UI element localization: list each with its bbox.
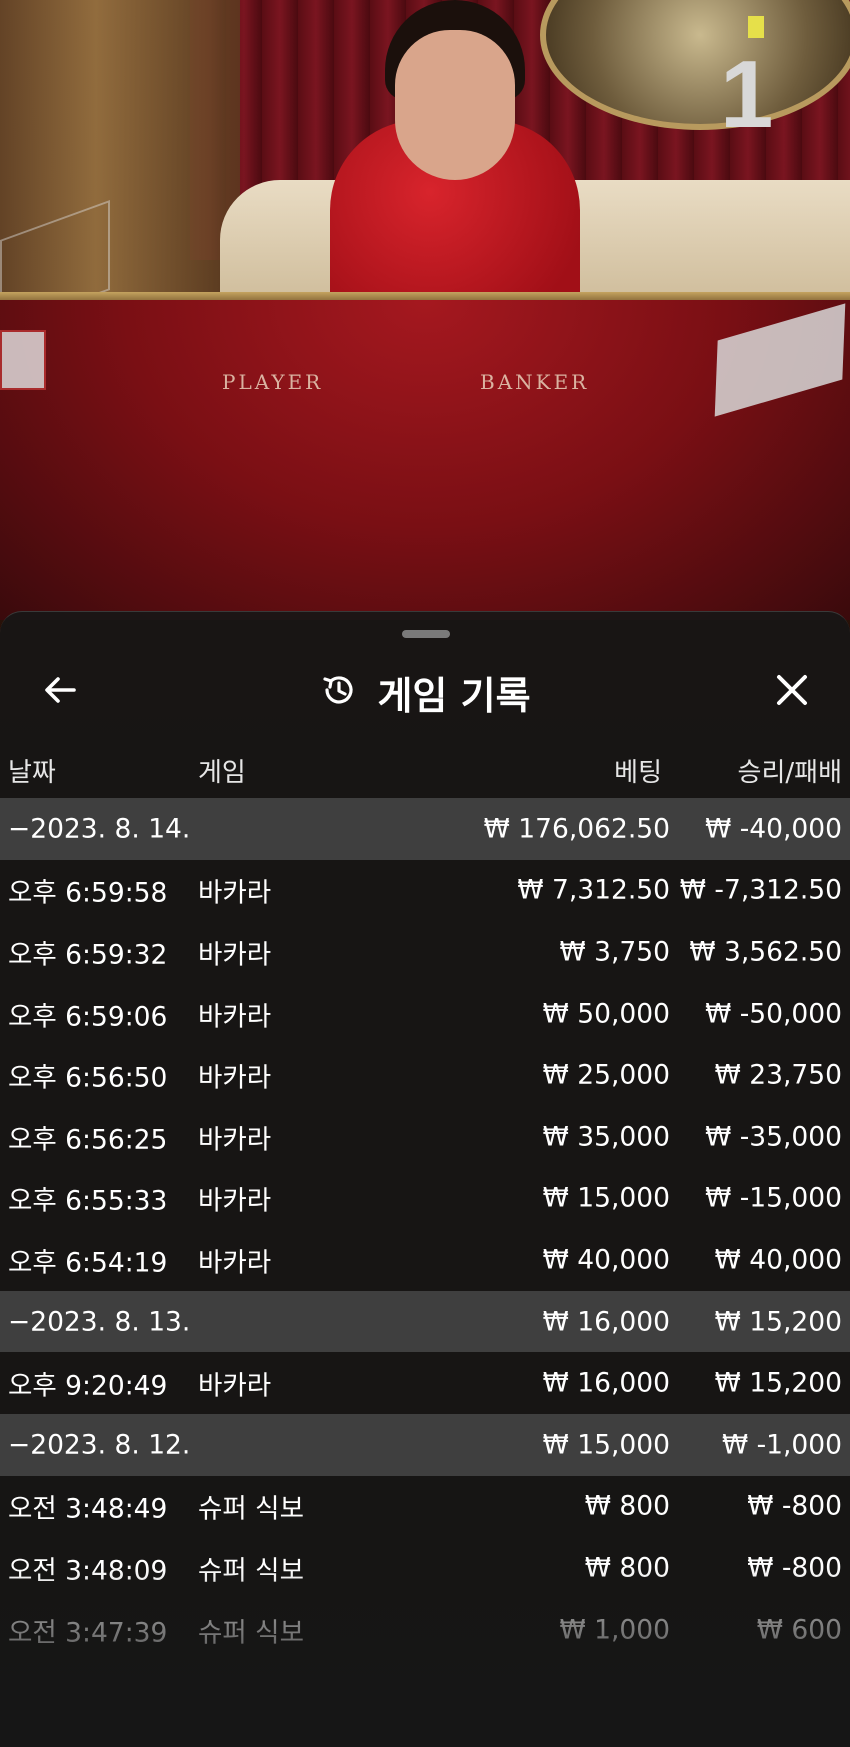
- column-header-bet[interactable]: 베팅: [614, 752, 662, 792]
- row-bet: ₩ 15,000: [542, 1182, 670, 1214]
- history-row[interactable]: 오후 6:56:50 바카라 ₩ 25,000 ₩ 23,750: [0, 1044, 850, 1106]
- group-date: −2023. 8. 12.: [8, 1429, 191, 1461]
- row-bet: ₩ 16,000: [542, 1367, 670, 1399]
- row-bet: ₩ 40,000: [542, 1244, 670, 1276]
- group-bet-total: ₩ 176,062.50: [483, 813, 670, 845]
- history-row[interactable]: 오전 3:48:49 슈퍼 식보 ₩ 800 ₩ -800: [0, 1476, 850, 1538]
- group-bet-total: ₩ 16,000: [542, 1306, 670, 1338]
- history-row[interactable]: 오후 6:59:06 바카라 ₩ 50,000 ₩ -50,000: [0, 983, 850, 1045]
- back-button[interactable]: [32, 664, 88, 720]
- dealer-head: [395, 30, 515, 180]
- row-time: 오후 6:59:06: [8, 1001, 168, 1033]
- row-time: 오전 3:47:39: [8, 1617, 168, 1649]
- row-bet: ₩ 3,750: [559, 936, 671, 968]
- column-header-win-loss[interactable]: 승리/패배: [738, 752, 842, 792]
- date-group-row[interactable]: −2023. 8. 13. ₩ 16,000 ₩ 15,200: [0, 1290, 850, 1353]
- history-row[interactable]: 오전 3:47:39 슈퍼 식보 ₩ 1,000 ₩ 600: [0, 1599, 850, 1661]
- title-group: 게임 기록: [0, 652, 850, 732]
- history-row[interactable]: 오후 6:59:32 바카라 ₩ 3,750 ₩ 3,562.50: [0, 921, 850, 983]
- table-label-player: PLAYER: [222, 370, 324, 394]
- row-bet: ₩ 50,000: [542, 998, 670, 1030]
- row-game: 바카라: [198, 1001, 272, 1033]
- row-bet: ₩ 800: [584, 1490, 670, 1522]
- row-win-loss: ₩ -800: [747, 1552, 842, 1584]
- drag-handle[interactable]: [402, 630, 450, 638]
- history-list: −2023. 8. 14. ₩ 176,062.50 ₩ -40,000 오후 …: [0, 798, 850, 1660]
- close-button[interactable]: [764, 664, 820, 720]
- row-game: 바카라: [198, 1185, 272, 1217]
- history-row[interactable]: 오후 6:56:25 바카라 ₩ 35,000 ₩ -35,000: [0, 1106, 850, 1168]
- row-win-loss: ₩ -35,000: [705, 1121, 842, 1153]
- group-bet-total: ₩ 15,000: [542, 1429, 670, 1461]
- date-group-row[interactable]: −2023. 8. 12. ₩ 15,000 ₩ -1,000: [0, 1413, 850, 1476]
- group-win-loss-total: ₩ -1,000: [721, 1429, 842, 1461]
- row-game: 슈퍼 식보: [198, 1617, 304, 1649]
- group-win-loss-total: ₩ -40,000: [705, 813, 842, 845]
- table-label-banker: BANKER: [480, 370, 590, 394]
- row-time: 오후 9:20:49: [8, 1370, 168, 1402]
- row-bet: ₩ 25,000: [542, 1059, 670, 1091]
- row-time: 오전 3:48:09: [8, 1555, 168, 1587]
- panel-header: 게임 기록: [0, 652, 850, 732]
- history-row[interactable]: 오후 9:20:49 바카라 ₩ 16,000 ₩ 15,200: [0, 1352, 850, 1414]
- row-win-loss: ₩ -7,312.50: [679, 874, 842, 906]
- history-row[interactable]: 오후 6:54:19 바카라 ₩ 40,000 ₩ 40,000: [0, 1229, 850, 1291]
- arrow-left-icon: [40, 670, 80, 714]
- row-game: 바카라: [198, 1370, 272, 1402]
- row-game: 바카라: [198, 1062, 272, 1094]
- row-time: 오후 6:59:32: [8, 939, 168, 971]
- row-game: 바카라: [198, 877, 272, 909]
- column-header-date[interactable]: 날짜: [8, 752, 56, 792]
- row-time: 오후 6:56:50: [8, 1062, 168, 1094]
- row-win-loss: ₩ 23,750: [714, 1059, 842, 1091]
- column-header-game[interactable]: 게임: [198, 752, 246, 792]
- history-row[interactable]: 오후 6:55:33 바카라 ₩ 15,000 ₩ -15,000: [0, 1168, 850, 1230]
- row-win-loss: ₩ -15,000: [705, 1182, 842, 1214]
- close-icon: [772, 670, 812, 714]
- row-win-loss: ₩ 15,200: [714, 1367, 842, 1399]
- row-game: 슈퍼 식보: [198, 1555, 304, 1587]
- row-time: 오후 6:54:19: [8, 1247, 168, 1279]
- card-stack: [0, 330, 46, 390]
- row-time: 오후 6:55:33: [8, 1185, 168, 1217]
- row-game: 바카라: [198, 1124, 272, 1156]
- game-history-panel: 게임 기록 날짜 게임 베팅 승리/패배 −2023. 8. 14. ₩ 176…: [0, 611, 850, 1747]
- panel-title: 게임 기록: [377, 673, 531, 718]
- row-win-loss: ₩ 3,562.50: [689, 936, 842, 968]
- history-row[interactable]: 오후 6:59:58 바카라 ₩ 7,312.50 ₩ -7,312.50: [0, 860, 850, 922]
- row-game: 바카라: [198, 1247, 272, 1279]
- history-icon: [319, 670, 359, 714]
- row-time: 오후 6:59:58: [8, 877, 168, 909]
- group-win-loss-total: ₩ 15,200: [714, 1306, 842, 1338]
- row-time: 오후 6:56:25: [8, 1124, 168, 1156]
- group-date: −2023. 8. 14.: [8, 813, 191, 845]
- group-date: −2023. 8. 13.: [8, 1306, 191, 1338]
- row-win-loss: ₩ -50,000: [705, 998, 842, 1030]
- row-game: 바카라: [198, 939, 272, 971]
- row-win-loss: ₩ 600: [756, 1614, 842, 1646]
- row-bet: ₩ 1,000: [559, 1614, 671, 1646]
- row-bet: ₩ 7,312.50: [517, 874, 670, 906]
- row-game: 슈퍼 식보: [198, 1493, 304, 1525]
- row-bet: ₩ 800: [584, 1552, 670, 1584]
- date-group-row[interactable]: −2023. 8. 14. ₩ 176,062.50 ₩ -40,000: [0, 798, 850, 860]
- round-number: 1: [720, 41, 774, 148]
- row-win-loss: ₩ -800: [747, 1490, 842, 1522]
- round-marker: [748, 16, 764, 38]
- history-row[interactable]: 오전 3:48:09 슈퍼 식보 ₩ 800 ₩ -800: [0, 1537, 850, 1599]
- row-time: 오전 3:48:49: [8, 1493, 168, 1525]
- row-bet: ₩ 35,000: [542, 1121, 670, 1153]
- row-win-loss: ₩ 40,000: [714, 1244, 842, 1276]
